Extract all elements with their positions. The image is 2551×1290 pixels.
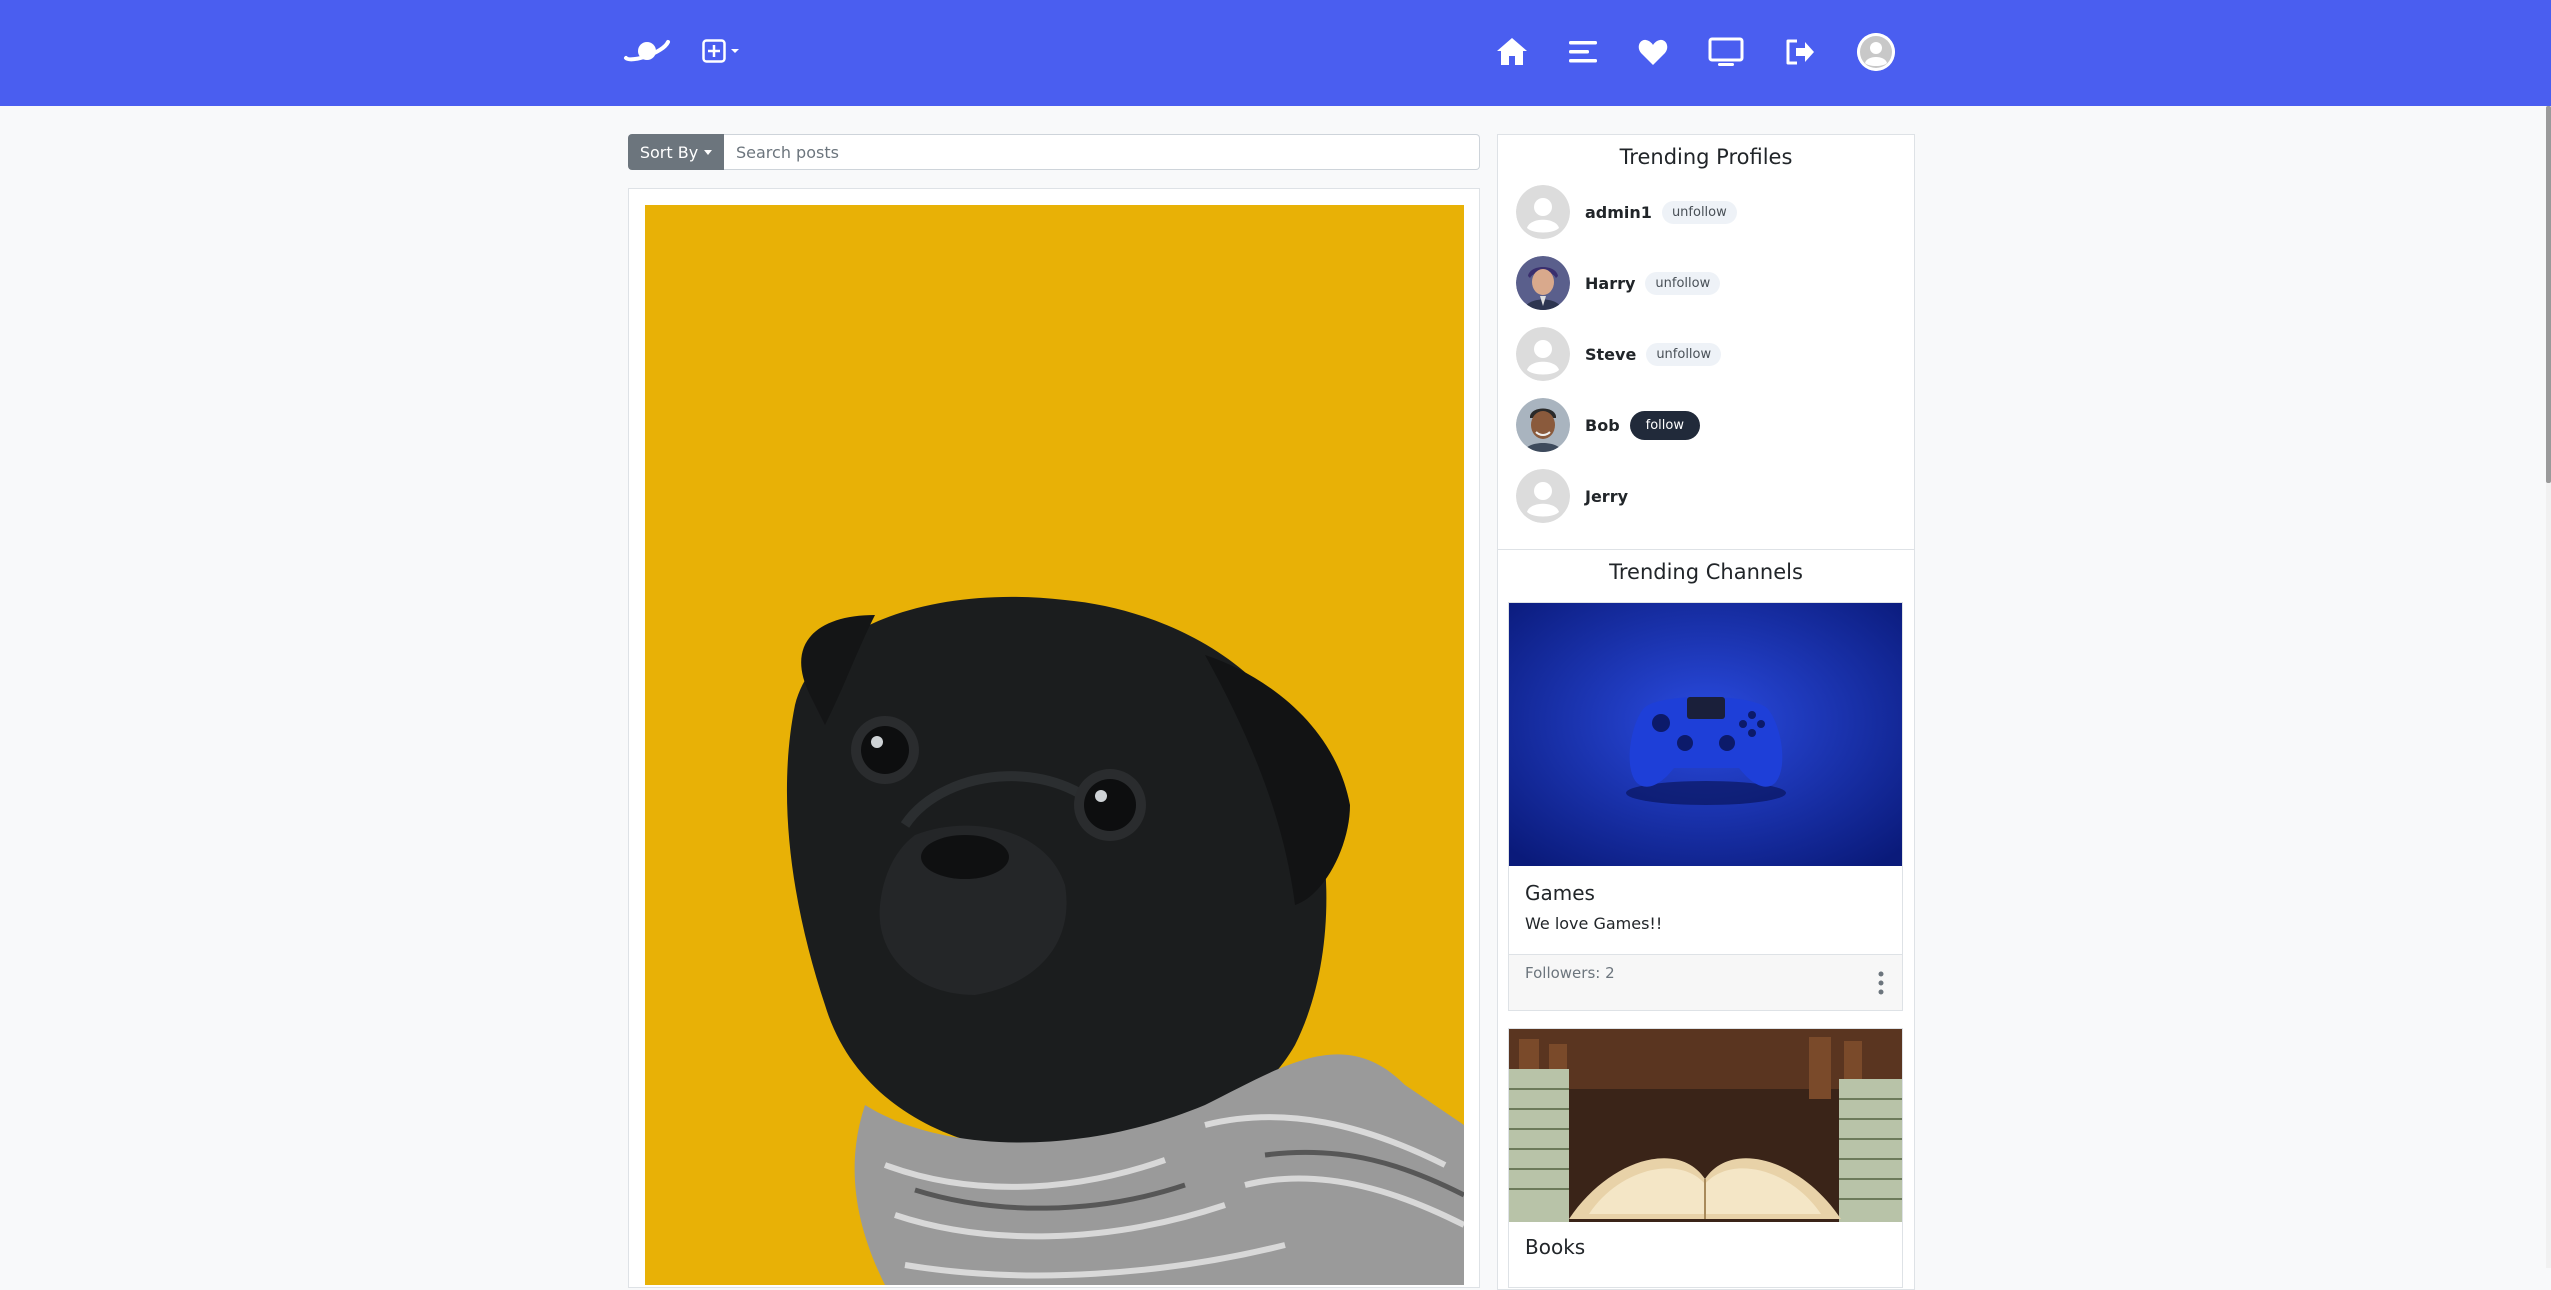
avatar[interactable] [1516, 256, 1570, 310]
unfollow-button[interactable]: unfollow [1645, 271, 1721, 295]
channel-title[interactable]: Games [1525, 881, 1595, 905]
channel-image [1509, 603, 1902, 866]
profile-name[interactable]: Bob [1585, 416, 1620, 435]
search-posts-input[interactable] [724, 134, 1480, 170]
profile-row-bob[interactable]: Bob follow [1516, 397, 1700, 453]
sort-by-button[interactable]: Sort By [628, 134, 724, 170]
channel-card-books[interactable]: Books [1508, 1028, 1903, 1288]
profile-row-steve[interactable]: Steve unfollow [1516, 326, 1722, 382]
profile-row-admin1[interactable]: admin1 unfollow [1516, 184, 1737, 240]
profile-name[interactable]: Harry [1585, 274, 1635, 293]
post-image[interactable] [645, 205, 1464, 1285]
channel-description: We love Games!! [1525, 914, 1663, 933]
more-options-icon[interactable] [1878, 971, 1884, 995]
channel-footer: Followers: 2 [1509, 954, 1902, 1010]
channel-followers: Followers: 2 [1525, 964, 1615, 982]
monitor-icon[interactable] [1708, 37, 1744, 67]
profile-row-harry[interactable]: Harry unfollow [1516, 255, 1721, 311]
logout-icon[interactable] [1785, 38, 1815, 66]
follow-button[interactable]: follow [1629, 410, 1700, 440]
list-icon[interactable] [1569, 40, 1599, 64]
chevron-down-icon [704, 149, 713, 155]
unfollow-button[interactable]: unfollow [1661, 200, 1737, 224]
trending-channels-title: Trending Channels [1609, 560, 1803, 584]
avatar[interactable] [1516, 469, 1570, 523]
avatar[interactable] [1516, 185, 1570, 239]
plus-square-icon[interactable] [702, 39, 740, 63]
unfollow-button[interactable]: unfollow [1646, 342, 1722, 366]
avatar[interactable] [1516, 327, 1570, 381]
profile-name[interactable]: admin1 [1585, 203, 1652, 222]
top-navbar [0, 0, 2551, 106]
profile-name[interactable]: Jerry [1585, 487, 1628, 506]
channel-title[interactable]: Books [1525, 1235, 1585, 1259]
planet-icon[interactable] [623, 36, 671, 66]
channel-card-games[interactable]: Games We love Games!! Followers: 2 [1508, 602, 1903, 1011]
home-icon[interactable] [1496, 36, 1528, 66]
avatar[interactable] [1516, 398, 1570, 452]
pug-photo [645, 205, 1464, 1285]
trending-profiles-title: Trending Profiles [1619, 145, 1793, 169]
profile-name[interactable]: Steve [1585, 345, 1636, 364]
heart-icon[interactable] [1638, 39, 1668, 66]
sort-by-label: Sort By [639, 142, 699, 162]
channel-image [1509, 1029, 1902, 1222]
user-avatar-icon[interactable] [1857, 33, 1895, 71]
profile-row-jerry[interactable]: Jerry [1516, 468, 1628, 524]
scrollbar-thumb[interactable] [2546, 106, 2551, 483]
